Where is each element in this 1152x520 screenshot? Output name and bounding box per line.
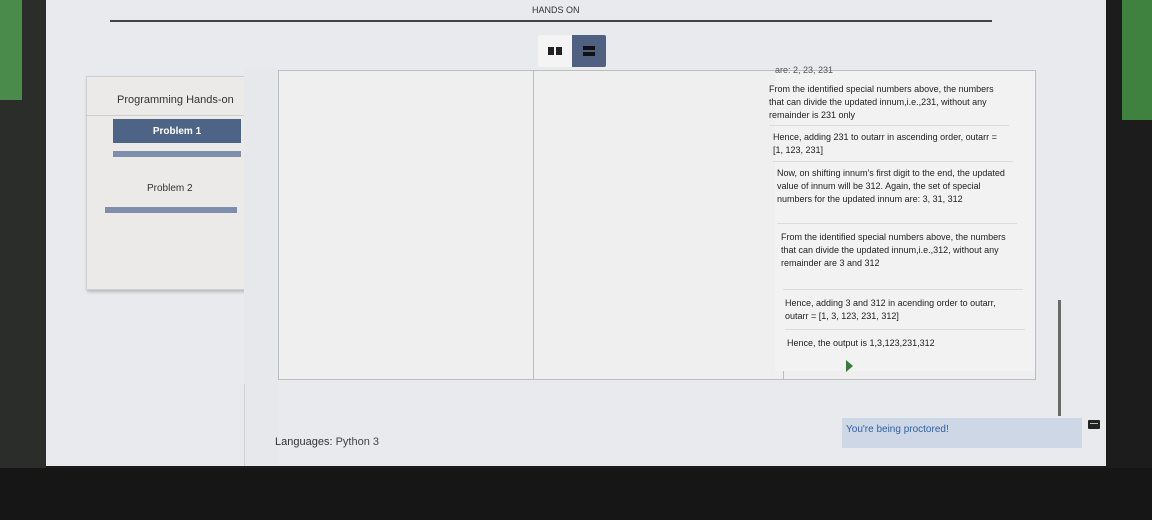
- sidebar-divider: [87, 115, 245, 116]
- proctor-banner: You're being proctored!: [842, 418, 1082, 448]
- paragraph-divider: [785, 329, 1025, 330]
- header-divider: [110, 20, 992, 22]
- explanation-cut-text: are: 2, 23, 231: [775, 65, 834, 75]
- footer-divider: [244, 384, 245, 466]
- explanation-paragraph: Hence, adding 3 and 312 in acending orde…: [785, 298, 996, 321]
- sidebar-item-problem-2[interactable]: Problem 2: [147, 183, 193, 194]
- screen: HANDS ON Programming Hands-on Problem 1 …: [46, 0, 1106, 466]
- workspace-panel: are: 2, 23, 231 From the identified spec…: [278, 65, 1036, 380]
- explanation-paragraph: Hence, adding 231 to outarr in ascending…: [773, 132, 997, 155]
- sidebar-title: Programming Hands-on: [117, 94, 234, 106]
- background-edge: [0, 0, 22, 100]
- paragraph-divider: [783, 289, 1023, 290]
- laptop-bezel-bottom: [0, 468, 1152, 520]
- paragraph-divider: [773, 161, 1013, 162]
- chat-icon[interactable]: [1088, 420, 1100, 429]
- stacked-view-button[interactable]: [572, 35, 606, 67]
- explanation-paragraph: Hence, the output is 1,3,123,231,312: [787, 338, 935, 348]
- problem-1-progress-bar: [113, 151, 241, 157]
- background-edge-right: [1122, 0, 1152, 120]
- explanation-pane: are: 2, 23, 231 From the identified spec…: [769, 65, 1035, 371]
- sidebar-item-problem-1[interactable]: Problem 1: [113, 119, 241, 143]
- problem-sidebar: Programming Hands-on Problem 1 Problem 2: [86, 76, 246, 290]
- explanation-paragraph: From the identified special numbers abov…: [781, 232, 1006, 268]
- split-view-button[interactable]: [538, 35, 572, 67]
- content-gutter: [244, 68, 278, 466]
- languages-info: Languages: Python 3: [275, 436, 379, 448]
- paragraph-divider: [769, 125, 1009, 126]
- languages-label: Languages:: [275, 436, 333, 448]
- input-pane[interactable]: [533, 71, 784, 379]
- paragraph-divider: [777, 223, 1017, 224]
- proctor-text: You're being proctored!: [846, 424, 949, 435]
- split-view-icon: [548, 46, 562, 56]
- code-editor-pane[interactable]: [279, 71, 534, 379]
- problem-2-progress-bar: [105, 207, 237, 213]
- stacked-view-icon: [583, 46, 595, 56]
- explanation-paragraph: Now, on shifting innum's first digit to …: [777, 168, 1005, 204]
- scrollbar[interactable]: [1058, 300, 1061, 416]
- page-title: HANDS ON: [532, 5, 580, 15]
- mouse-cursor-icon: [846, 360, 853, 372]
- explanation-paragraph: From the identified special numbers abov…: [769, 84, 994, 120]
- languages-value: Python 3: [335, 436, 379, 448]
- view-toggle[interactable]: [538, 35, 606, 67]
